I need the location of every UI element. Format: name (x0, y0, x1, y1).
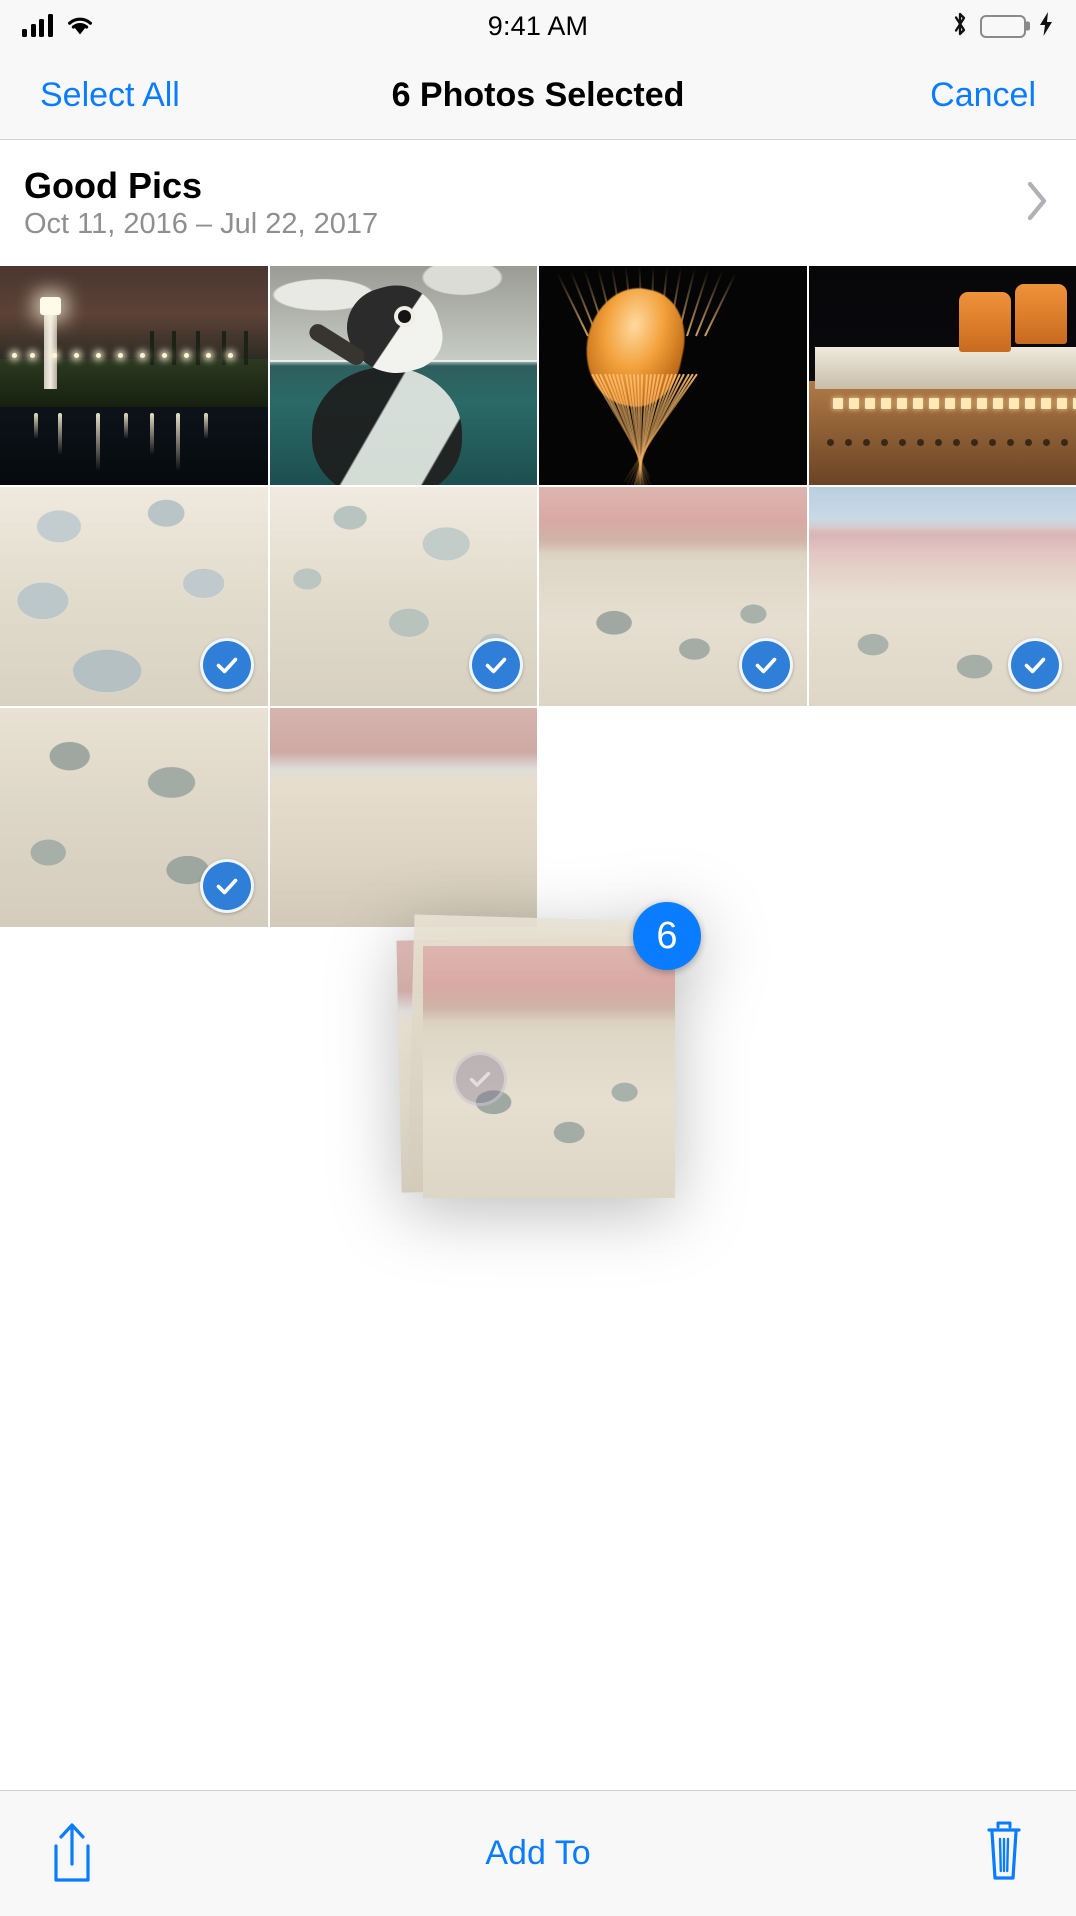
navigation-bar: Select All 6 Photos Selected Cancel (0, 52, 1076, 140)
drag-photo-stack[interactable]: 6 (396, 902, 701, 1228)
photo-thumbnail[interactable] (0, 266, 268, 485)
status-bar-clock: 9:41 AM (487, 10, 589, 41)
chevron-right-icon[interactable] (1024, 179, 1050, 228)
decor (0, 353, 268, 373)
selected-check-icon (469, 638, 523, 692)
photo-thumbnail-art (269, 708, 537, 927)
photo-thumbnail-art (0, 266, 268, 485)
photo-thumbnail-art (539, 266, 807, 485)
drag-stack-ghost-check-icon (453, 1052, 507, 1106)
wifi-icon (65, 13, 95, 40)
photo-grid (0, 266, 1076, 927)
photo-thumbnail[interactable] (808, 487, 1076, 706)
battery-icon (980, 14, 1026, 38)
photo-thumbnail[interactable] (539, 266, 807, 485)
bluetooth-icon (952, 11, 968, 42)
photo-thumbnail[interactable] (539, 487, 807, 706)
selected-check-icon (738, 638, 793, 692)
photo-thumbnail[interactable] (269, 487, 537, 706)
photo-thumbnail[interactable] (269, 266, 537, 485)
status-bar-center: 9:41 AM (0, 0, 1076, 52)
status-bar: 9:41 AM (0, 0, 1076, 52)
album-header-text: Good Pics Oct 11, 2016 – Jul 22, 2017 (24, 164, 379, 240)
selected-check-icon (1008, 638, 1062, 692)
photo-thumbnail[interactable] (0, 487, 268, 706)
album-date-range: Oct 11, 2016 – Jul 22, 2017 (24, 207, 379, 240)
select-all-button[interactable]: Select All (40, 76, 180, 115)
photo-thumbnail[interactable] (269, 708, 537, 927)
status-bar-left (22, 13, 95, 40)
photo-thumbnail[interactable] (808, 266, 1076, 485)
selected-check-icon (199, 638, 254, 692)
cancel-button[interactable]: Cancel (930, 76, 1036, 115)
decor (1014, 284, 1067, 344)
add-to-button[interactable]: Add To (0, 1834, 1076, 1873)
selected-check-icon (199, 859, 254, 913)
photo-thumbnail-art (269, 266, 537, 485)
decor (809, 439, 1076, 451)
cellular-signal-icon (22, 14, 53, 37)
decor (814, 347, 1076, 389)
photo-thumbnail[interactable] (0, 708, 268, 927)
album-header[interactable]: Good Pics Oct 11, 2016 – Jul 22, 2017 (0, 140, 1076, 266)
bottom-toolbar: Add To (0, 1790, 1076, 1916)
decor (311, 367, 462, 485)
drag-stack-count-badge: 6 (633, 902, 701, 970)
lightning-bolt-icon (1038, 11, 1054, 42)
decor (397, 310, 411, 323)
decor (40, 297, 61, 315)
decor (819, 398, 1076, 411)
decor (0, 413, 268, 479)
photo-thumbnail-art (808, 266, 1076, 485)
album-title: Good Pics (24, 164, 203, 206)
decor (539, 266, 807, 485)
decor (958, 292, 1011, 352)
decor (44, 313, 57, 389)
decor (808, 381, 1076, 485)
drag-stack-layer-front (423, 946, 675, 1198)
status-bar-right (952, 11, 1054, 42)
